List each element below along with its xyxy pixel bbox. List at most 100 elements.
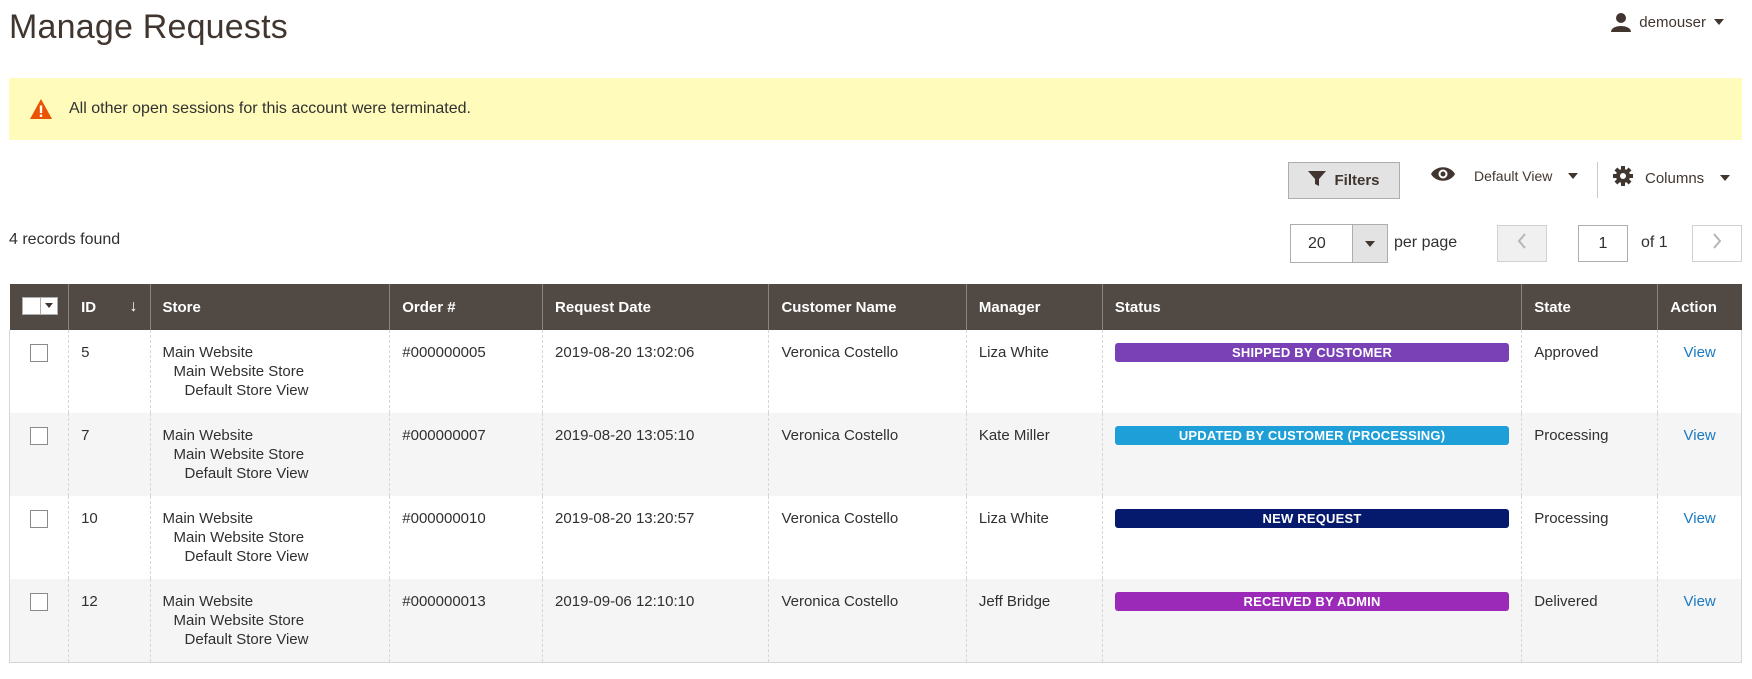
chevron-down-icon	[1720, 175, 1731, 181]
store-website: Main Website	[162, 510, 254, 527]
columns-label: Columns	[1645, 169, 1705, 187]
store-group: Main Website Store	[173, 363, 305, 380]
column-header-action: Action	[1657, 284, 1742, 330]
cell-request-date: 2019-09-06 12:10:10	[542, 579, 769, 663]
store-view: Default Store View	[184, 631, 309, 648]
pager: 20 per page of 1	[0, 224, 1752, 264]
cell-state: Processing	[1521, 496, 1658, 579]
cell-customer-name: Veronica Costello	[768, 579, 967, 663]
chevron-right-icon	[1712, 233, 1722, 254]
cell-state: Approved	[1521, 330, 1658, 413]
cell-request-date: 2019-08-20 13:05:10	[542, 413, 769, 496]
sort-arrow-icon: ↓	[129, 298, 138, 315]
cell-action: View	[1657, 413, 1742, 496]
chevron-down-icon	[1714, 19, 1724, 25]
per-page-dropdown-button[interactable]	[1352, 225, 1387, 262]
store-group: Main Website Store	[173, 529, 305, 546]
chevron-down-icon	[1365, 240, 1375, 247]
page-title: Manage Requests	[9, 8, 288, 46]
cell-store: Main Website Main Website Store Default …	[149, 496, 390, 579]
next-page-button[interactable]	[1692, 225, 1742, 262]
user-menu[interactable]: demouser	[1611, 12, 1724, 32]
per-page-value: 20	[1308, 234, 1326, 252]
view-link[interactable]: View	[1670, 509, 1729, 528]
store-view: Default Store View	[184, 465, 309, 482]
cell-manager: Liza White	[965, 330, 1103, 413]
cell-customer-name: Veronica Costello	[768, 496, 967, 579]
filter-icon	[1308, 170, 1327, 191]
per-page-label: per page	[1394, 234, 1458, 251]
table-row: 12 Main Website Main Website Store Defau…	[8, 579, 1742, 663]
column-header-request-date[interactable]: Request Date	[542, 284, 769, 330]
row-select-cell	[8, 496, 69, 579]
cell-order: #000000005	[389, 330, 543, 413]
toolbar-divider	[1597, 162, 1598, 198]
column-header-id-inner: ID ↓	[81, 298, 137, 316]
previous-page-button[interactable]	[1497, 225, 1547, 262]
status-badge: SHIPPED BY CUSTOMER	[1114, 343, 1510, 362]
view-label: Default View	[1474, 167, 1553, 184]
row-select-cell	[8, 330, 69, 413]
cell-id: 12	[68, 579, 150, 663]
chevron-down-icon	[41, 303, 57, 308]
column-header-order[interactable]: Order #	[389, 284, 543, 330]
column-header-store[interactable]: Store	[149, 284, 390, 330]
store-view: Default Store View	[184, 382, 309, 399]
cell-manager: Liza White	[965, 496, 1103, 579]
cell-order: #000000013	[389, 579, 543, 663]
row-checkbox[interactable]	[30, 344, 48, 362]
cell-state: Delivered	[1521, 579, 1658, 663]
cell-status: UPDATED BY CUSTOMER (PROCESSING)	[1101, 413, 1522, 496]
cell-store: Main Website Main Website Store Default …	[149, 330, 390, 413]
store-website: Main Website	[162, 593, 254, 610]
row-checkbox[interactable]	[30, 427, 48, 445]
cell-store: Main Website Main Website Store Default …	[149, 579, 390, 663]
view-switcher[interactable]: Default View	[1430, 166, 1579, 185]
row-checkbox[interactable]	[30, 510, 48, 528]
per-page-select[interactable]: 20	[1290, 224, 1388, 263]
row-select-cell	[8, 579, 69, 663]
table-row: 10 Main Website Main Website Store Defau…	[8, 496, 1742, 579]
table-row: 7 Main Website Main Website Store Defaul…	[8, 413, 1742, 496]
mass-select-header	[9, 284, 69, 330]
cell-state: Processing	[1521, 413, 1658, 496]
cell-id: 10	[68, 496, 150, 579]
row-checkbox[interactable]	[30, 593, 48, 611]
view-link[interactable]: View	[1670, 343, 1729, 362]
cell-request-date: 2019-08-20 13:20:57	[542, 496, 769, 579]
eye-icon	[1430, 166, 1456, 185]
column-header-customer-name[interactable]: Customer Name	[768, 284, 967, 330]
column-header-state[interactable]: State	[1521, 284, 1658, 330]
column-header-status[interactable]: Status	[1101, 284, 1522, 330]
table-row: 5 Main Website Main Website Store Defaul…	[8, 330, 1742, 413]
current-page-input[interactable]	[1578, 225, 1628, 262]
cell-action: View	[1657, 330, 1742, 413]
column-header-manager[interactable]: Manager	[965, 284, 1103, 330]
cell-customer-name: Veronica Costello	[768, 413, 967, 496]
mass-select-checkbox[interactable]	[21, 296, 58, 315]
chevron-left-icon	[1517, 233, 1527, 254]
chevron-down-icon	[1568, 172, 1579, 179]
cell-store: Main Website Main Website Store Default …	[149, 413, 390, 496]
filters-button[interactable]: Filters	[1288, 162, 1400, 199]
view-link[interactable]: View	[1670, 426, 1729, 445]
store-group: Main Website Store	[173, 612, 305, 629]
cell-action: View	[1657, 496, 1742, 579]
status-badge: NEW REQUEST	[1114, 509, 1510, 528]
cell-status: RECEIVED BY ADMIN	[1101, 579, 1522, 663]
gear-icon	[1613, 166, 1633, 190]
view-link[interactable]: View	[1670, 592, 1729, 611]
column-header-id-label: ID	[81, 298, 97, 316]
cell-status: SHIPPED BY CUSTOMER	[1101, 330, 1522, 413]
row-select-cell	[8, 413, 69, 496]
column-header-id[interactable]: ID ↓	[68, 284, 150, 330]
cell-id: 7	[68, 413, 150, 496]
filters-label: Filters	[1334, 172, 1380, 189]
user-name: demouser	[1639, 13, 1706, 31]
cell-order: #000000007	[389, 413, 543, 496]
page-total-label: of 1	[1641, 234, 1668, 251]
columns-button[interactable]: Columns	[1613, 166, 1731, 190]
cell-manager: Kate Miller	[965, 413, 1103, 496]
grid-toolbar: Filters Default View Columns	[0, 160, 1752, 200]
cell-request-date: 2019-08-20 13:02:06	[542, 330, 769, 413]
